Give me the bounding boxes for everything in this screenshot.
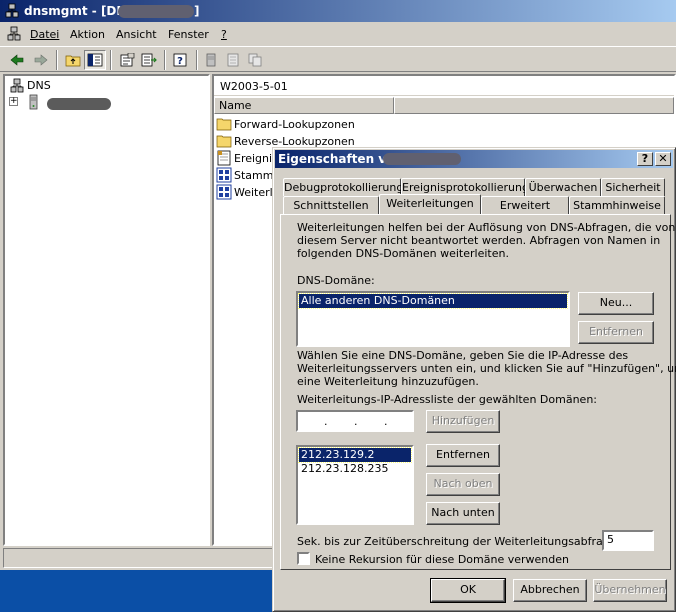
tab-erweitert[interactable]: Erweitert [481, 196, 569, 214]
dns-domain-label: DNS-Domäne: [297, 274, 375, 287]
forward-icon[interactable] [30, 50, 52, 70]
mmc-system-icon[interactable] [6, 26, 22, 42]
toolbar: ? [0, 46, 676, 72]
instruction-line-1: Wählen Sie eine DNS-Domäne, geben Sie di… [297, 349, 629, 362]
column-header-name[interactable]: Name [214, 97, 394, 114]
show-hide-tree-icon[interactable] [84, 50, 106, 70]
list-item-forwarders[interactable]: Weiterle [216, 184, 279, 201]
tab-stammhinweise[interactable]: Stammhinweise [569, 196, 665, 214]
ok-button[interactable]: OK [430, 578, 506, 603]
tree-item-dns[interactable]: DNS [5, 78, 205, 94]
ip-address-input[interactable]: . . . [296, 410, 414, 432]
tab-ueberwachen[interactable]: Überwachen [525, 178, 601, 196]
instruction-line-2: Weiterleitungsservers unten ein, und kli… [297, 362, 676, 375]
move-down-button[interactable]: Nach unten [426, 502, 500, 525]
new-domain-button[interactable]: Neu... [578, 292, 654, 315]
redacted-server-name [47, 98, 111, 110]
console-tree[interactable]: DNS + [3, 74, 210, 546]
no-recursion-checkbox[interactable] [297, 552, 310, 565]
column-header-empty[interactable] [394, 97, 674, 114]
tab-weiterleitungen[interactable]: Weiterleitungen [379, 194, 481, 214]
move-up-button[interactable]: Nach oben [426, 473, 500, 496]
ip-list-item[interactable]: 212.23.129.2 [298, 447, 412, 463]
expand-icon[interactable]: + [9, 97, 18, 106]
description-line-1: Weiterleitungen helfen bei der Auflösung… [297, 221, 676, 234]
server-icon [29, 94, 38, 110]
dialog-titlebar: Eigenschaften von ? ✕ [275, 150, 673, 168]
timeout-input[interactable]: 5 [602, 530, 654, 551]
document-icon[interactable] [222, 50, 244, 70]
back-icon[interactable] [6, 50, 28, 70]
redacted-hostname [118, 5, 194, 18]
description-line-2: diesem Server nicht beantwortet werden. … [297, 234, 661, 247]
list-item-root-hints[interactable]: Stammh [216, 167, 280, 184]
folder-icon [216, 135, 232, 148]
root-hints-icon [216, 167, 232, 183]
dns-app-icon [5, 3, 19, 18]
properties-icon[interactable] [116, 50, 138, 70]
list-item-forward-lookup[interactable]: Forward-Lookupzonen [216, 116, 516, 133]
toolbar-separator [56, 50, 58, 70]
up-folder-icon[interactable] [62, 50, 84, 70]
status-bar [3, 548, 273, 568]
description-line-3: folgenden DNS-Domänen weiterleiten. [297, 247, 509, 260]
result-pane-header: W2003-5-01 [214, 76, 674, 96]
help-icon[interactable]: ? [170, 50, 192, 70]
no-recursion-label: Keine Rekursion für diese Domäne verwend… [315, 553, 569, 566]
domain-list-item[interactable]: Alle anderen DNS-Domänen [298, 293, 568, 309]
redacted-server-name [383, 153, 461, 165]
menu-datei[interactable]: Datei [30, 28, 59, 41]
cancel-button[interactable]: Abbrechen [513, 579, 587, 602]
menu-bar: Datei Aktion Ansicht Fenster ? [0, 24, 676, 44]
event-log-icon [217, 150, 231, 166]
remove-ip-button[interactable]: Entfernen [426, 444, 500, 467]
menu-fenster[interactable]: Fenster [168, 28, 209, 41]
forwarders-icon [216, 184, 232, 200]
tab-sicherheit[interactable]: Sicherheit [601, 178, 665, 196]
tree-label-dns: DNS [27, 79, 51, 92]
server-icon[interactable] [200, 50, 222, 70]
forwarder-ip-list[interactable]: 212.23.129.2 212.23.128.235 [296, 445, 414, 525]
list-item-event-log[interactable]: Ereignis [216, 150, 278, 167]
tab-schnittstellen[interactable]: Schnittstellen [283, 196, 379, 214]
menu-ansicht[interactable]: Ansicht [116, 28, 157, 41]
menu-help[interactable]: ? [221, 28, 227, 41]
dns-icon [10, 78, 24, 93]
apply-button[interactable]: Übernehmen [593, 579, 667, 602]
menu-aktion[interactable]: Aktion [70, 28, 105, 41]
tree-item-server[interactable]: + [5, 94, 205, 110]
toolbar-separator [164, 50, 166, 70]
add-ip-button[interactable]: Hinzufügen [426, 410, 500, 433]
instruction-line-3: eine Weiterleitung hinzuzufügen. [297, 375, 479, 388]
help-caption-button[interactable]: ? [637, 152, 653, 166]
folder-icon [216, 118, 232, 131]
main-titlebar: dnsmgmt - [DNS\ ] [0, 0, 676, 22]
close-button[interactable]: ✕ [655, 152, 671, 166]
properties-dialog: Eigenschaften von ? ✕ Debugprotokollieru… [272, 147, 676, 612]
remove-domain-button[interactable]: Entfernen [578, 321, 654, 344]
copy-icon[interactable] [244, 50, 266, 70]
ip-list-item[interactable]: 212.23.128.235 [299, 462, 411, 476]
svg-text:?: ? [177, 56, 183, 67]
toolbar-separator [110, 50, 112, 70]
ip-list-label: Weiterleitungs-IP-Adressliste der gewähl… [297, 393, 597, 406]
export-list-icon[interactable] [138, 50, 160, 70]
timeout-label: Sek. bis zur Zeitüberschreitung der Weit… [297, 535, 628, 548]
toolbar-separator [196, 50, 198, 70]
dns-domain-list[interactable]: Alle anderen DNS-Domänen [296, 291, 570, 347]
